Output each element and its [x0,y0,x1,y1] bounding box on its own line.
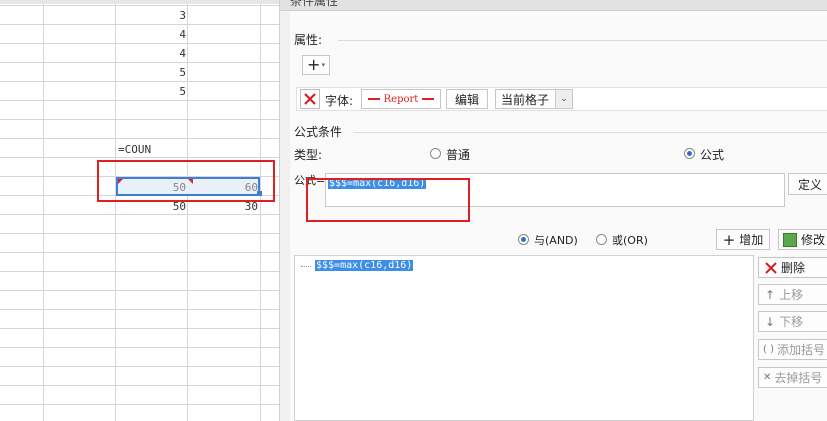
remove-property-button[interactable] [300,89,320,109]
annotation-highlight-box [97,160,275,202]
condition-tree[interactable]: $$$=max(c16,d16) [294,255,754,421]
radio-normal-label: 普通 [446,148,471,162]
cell-value[interactable]: 4 [116,47,186,60]
add-property-button[interactable]: + ▾ [302,55,330,75]
add-parenthesis-button[interactable]: ( ) 添加括号 [758,339,827,360]
plus-icon: + [307,55,321,74]
modify-condition-button[interactable]: 修改 [778,229,827,250]
formula-condition-section-label: 公式条件 [294,125,343,139]
modify-icon [783,232,797,247]
move-up-button[interactable]: ↑ 上移 [758,284,827,305]
edit-button[interactable]: 编辑 [446,89,488,109]
chevron-down-icon: ⌄ [555,90,572,108]
annotation-highlight-box [306,178,470,222]
radio-formula-label: 公式 [700,148,725,162]
define-button[interactable]: 定义 [788,173,827,195]
scope-select[interactable]: 当前格子 ⌄ [495,89,573,109]
divider [354,132,827,133]
delete-x-icon [304,93,316,105]
radio-or[interactable] [596,234,607,245]
font-label: 字体: [325,94,354,108]
radio-and[interactable] [518,234,529,245]
move-down-button[interactable]: ↓ 下移 [758,311,827,332]
dialog-title: 条件属性 [290,0,339,8]
cell-value[interactable]: 5 [116,66,186,79]
remove-parenthesis-icon: ✕ [763,372,772,383]
divider [338,40,827,41]
radio-normal[interactable] [430,148,441,159]
scope-select-value: 当前格子 [501,92,550,107]
cell-value[interactable]: 5 [116,85,186,98]
radio-or-label: 或(OR) [612,234,648,247]
arrow-down-icon: ↓ [765,314,776,329]
font-sample-button[interactable]: Report [361,89,441,109]
plus-icon: + [722,230,736,249]
delete-x-icon [765,261,777,274]
parenthesis-icon: ( ) [763,344,774,355]
font-sample-text: Report [383,93,419,105]
cell-value[interactable]: 3 [116,9,186,22]
formula-cell[interactable]: =COUN [118,143,151,156]
tree-connector [301,266,311,267]
remove-parenthesis-button[interactable]: ✕ 去掉括号 [758,367,827,388]
chevron-down-icon: ▾ [321,61,325,69]
condition-properties-dialog: 条件属性 属性: + ▾ 字体: Report 编辑 当前格子 ⌄ 公式条件 类… [279,0,827,421]
dialog-header: 条件属性 [280,0,827,11]
cell-value[interactable]: 4 [116,28,186,41]
spreadsheet-area[interactable]: 3 4 4 5 5 =COUN 50 60 50 30 [0,0,279,421]
delete-button[interactable]: 删除 [758,257,827,278]
type-label: 类型: [294,148,323,162]
properties-section-label: 属性: [294,33,323,47]
dialog-panel: 属性: + ▾ 字体: Report 编辑 当前格子 ⌄ 公式条件 类型: 普通… [290,11,827,421]
arrow-up-icon: ↑ [765,287,776,302]
radio-and-label: 与(AND) [534,234,578,247]
add-condition-button[interactable]: + 增加 [716,229,770,250]
radio-formula[interactable] [684,148,695,159]
condition-tree-item[interactable]: $$$=max(c16,d16) [315,260,414,271]
